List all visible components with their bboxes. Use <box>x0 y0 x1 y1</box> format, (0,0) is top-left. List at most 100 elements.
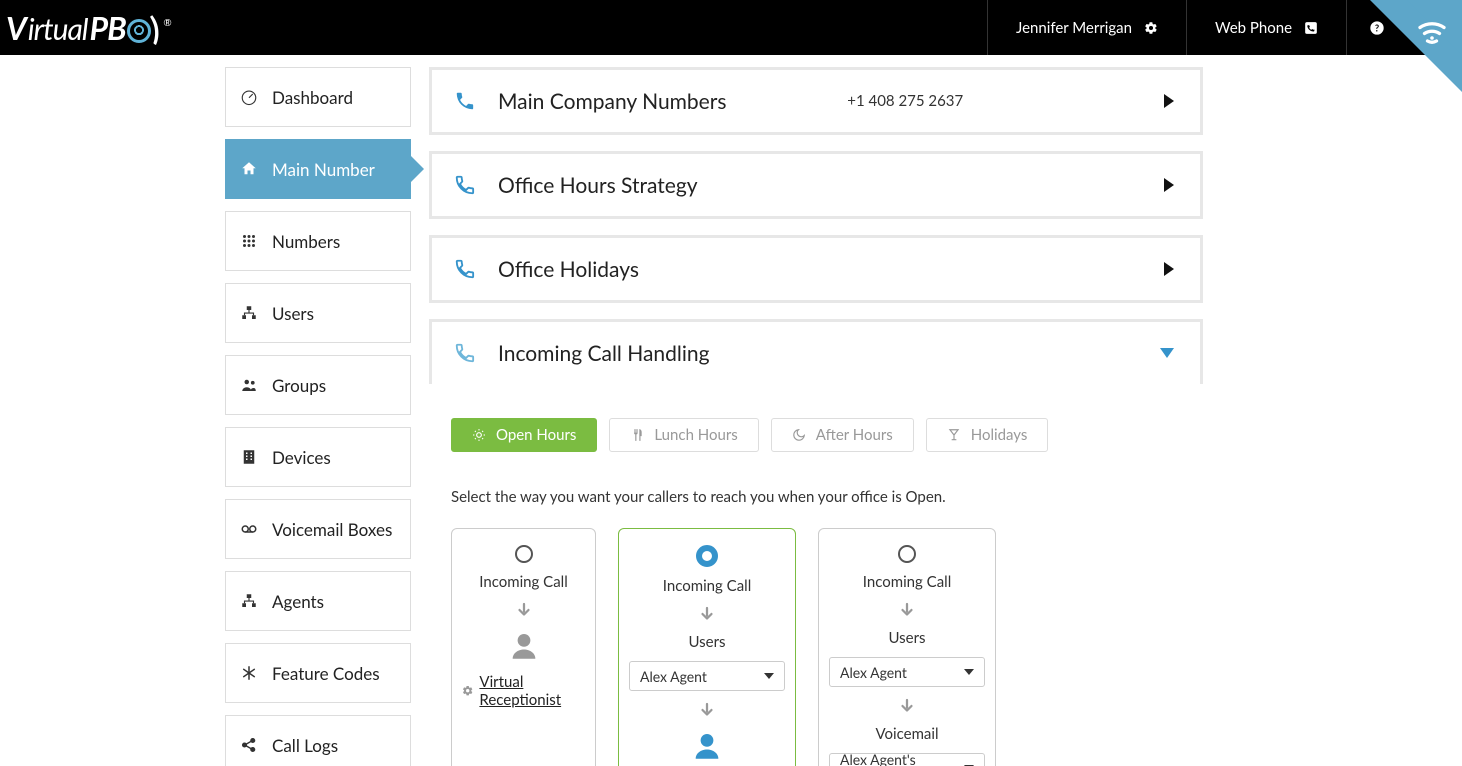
main-content: Main Company Numbers +1 408 275 2637 Off… <box>411 55 1221 766</box>
radio-selected[interactable] <box>696 545 718 567</box>
sidebar-item-label: Users <box>272 303 314 324</box>
user-select[interactable]: Alex Agent <box>829 657 985 687</box>
tab-holidays[interactable]: Holidays <box>926 418 1049 452</box>
panel-main-company-numbers: Main Company Numbers +1 408 275 2637 <box>429 67 1203 135</box>
card-voicemail-label: Voicemail <box>875 725 938 743</box>
sidebar-item-voicemail[interactable]: Voicemail Boxes <box>225 499 411 559</box>
org-icon <box>240 304 258 322</box>
sidebar-item-label: Feature Codes <box>272 663 380 684</box>
panel-body-incoming: Open Hours Lunch Hours After Hours Holid… <box>429 400 1203 766</box>
tab-open-hours[interactable]: Open Hours <box>451 418 597 452</box>
home-icon <box>240 160 258 178</box>
gear-icon <box>1144 21 1158 35</box>
tab-label: Lunch Hours <box>654 426 737 444</box>
panel-header-main-company[interactable]: Main Company Numbers +1 408 275 2637 <box>432 70 1200 132</box>
phone-icon <box>454 258 476 280</box>
sidebar-item-users[interactable]: Users <box>225 283 411 343</box>
grid-icon <box>240 232 258 250</box>
card-users-label: Users <box>889 629 926 647</box>
vmbox-select[interactable]: Alex Agent's VMBox <box>829 753 985 766</box>
users-icon <box>240 376 258 394</box>
panel-header-office-holidays[interactable]: Office Holidays <box>432 238 1200 300</box>
sidebar-item-groups[interactable]: Groups <box>225 355 411 415</box>
user-name-label: Jennifer Merrigan <box>1016 19 1132 37</box>
phone-icon <box>454 342 476 364</box>
card-incoming-label: Incoming Call <box>479 573 568 591</box>
logo-ring-icon <box>127 19 151 43</box>
arrow-down-icon <box>698 701 716 719</box>
sidebar-item-dashboard[interactable]: Dashboard <box>225 67 411 127</box>
chevron-down-icon <box>1160 348 1174 358</box>
voicemail-icon <box>240 520 258 538</box>
sidebar-item-feature-codes[interactable]: Feature Codes <box>225 643 411 703</box>
utensils-icon <box>630 428 644 442</box>
routing-card-receptionist[interactable]: Incoming Call Virtual Receptionist <box>451 528 596 766</box>
user-menu[interactable]: Jennifer Merrigan <box>988 0 1186 55</box>
arrow-down-icon <box>898 697 916 715</box>
logo-text-pb: PB <box>90 8 126 47</box>
sidebar-item-agents[interactable]: Agents <box>225 571 411 631</box>
phone-square-icon <box>1304 21 1318 35</box>
select-value: Alex Agent's VMBox <box>840 751 964 766</box>
sidebar: Dashboard Main Number Numbers Users Grou… <box>225 55 411 766</box>
instruction-text: Select the way you want your callers to … <box>451 488 1181 506</box>
glass-icon <box>947 428 961 442</box>
asterisk-icon <box>240 664 258 682</box>
web-phone-button[interactable]: Web Phone <box>1187 0 1346 55</box>
caret-down-icon <box>964 669 974 675</box>
routing-card-user-voicemail[interactable]: Incoming Call Users Alex Agent Voicemail… <box>818 528 996 766</box>
sidebar-item-devices[interactable]: Devices <box>225 427 411 487</box>
routing-card-row: Incoming Call Virtual Receptionist Incom… <box>451 528 1181 766</box>
sidebar-item-main-number[interactable]: Main Number <box>225 139 411 199</box>
logo-text-close: ( <box>152 8 160 47</box>
virtual-receptionist-link[interactable]: Virtual Receptionist <box>479 673 585 709</box>
brand-logo: VirtualPB(® <box>0 8 169 47</box>
sidebar-item-label: Devices <box>272 447 331 468</box>
chevron-right-icon <box>1164 94 1174 108</box>
arrow-down-icon <box>898 601 916 619</box>
logo-registered-icon: ® <box>163 17 170 29</box>
panel-title: Office Hours Strategy <box>498 173 698 198</box>
sidebar-item-label: Voicemail Boxes <box>272 519 392 540</box>
card-incoming-label: Incoming Call <box>863 573 952 591</box>
wifi-icon[interactable] <box>1414 14 1450 50</box>
user-select[interactable]: Alex Agent <box>629 661 785 691</box>
building-icon <box>240 448 258 466</box>
routing-card-user-receptionist[interactable]: Incoming Call Users Alex Agent Virtual R… <box>618 528 796 766</box>
arrow-down-icon <box>698 605 716 623</box>
panel-office-hours: Office Hours Strategy <box>429 151 1203 219</box>
chevron-right-icon <box>1164 262 1174 276</box>
panel-title: Office Holidays <box>498 257 639 282</box>
hours-tab-row: Open Hours Lunch Hours After Hours Holid… <box>451 418 1181 452</box>
sidebar-item-label: Main Number <box>272 159 375 180</box>
tab-label: After Hours <box>816 426 893 444</box>
tab-after-hours[interactable]: After Hours <box>771 418 914 452</box>
logo-text-irtual: irtual <box>28 11 88 47</box>
user-icon <box>690 729 724 763</box>
sidebar-item-label: Dashboard <box>272 87 353 108</box>
sidebar-item-call-logs[interactable]: Call Logs <box>225 715 411 766</box>
radio-unselected[interactable] <box>515 545 533 563</box>
panel-header-office-hours[interactable]: Office Hours Strategy <box>432 154 1200 216</box>
sidebar-item-label: Agents <box>272 591 324 612</box>
sidebar-item-label: Numbers <box>272 231 340 252</box>
sun-icon <box>472 428 486 442</box>
phone-icon <box>454 90 476 112</box>
radio-unselected[interactable] <box>898 545 916 563</box>
card-incoming-label: Incoming Call <box>663 577 752 595</box>
sidebar-item-numbers[interactable]: Numbers <box>225 211 411 271</box>
panel-office-holidays: Office Holidays <box>429 235 1203 303</box>
chevron-right-icon <box>1164 178 1174 192</box>
phone-icon <box>454 174 476 196</box>
select-value: Alex Agent <box>640 668 707 685</box>
tab-lunch-hours[interactable]: Lunch Hours <box>609 418 758 452</box>
org-icon <box>240 592 258 610</box>
share-icon <box>240 736 258 754</box>
sidebar-item-label: Call Logs <box>272 735 338 756</box>
panel-title: Main Company Numbers <box>498 89 726 114</box>
panel-header-incoming[interactable]: Incoming Call Handling <box>432 322 1200 384</box>
moon-icon <box>792 428 806 442</box>
select-value: Alex Agent <box>840 664 907 681</box>
panel-incoming-call-handling: Incoming Call Handling <box>429 319 1203 384</box>
panel-phone-number: +1 408 275 2637 <box>847 92 963 110</box>
